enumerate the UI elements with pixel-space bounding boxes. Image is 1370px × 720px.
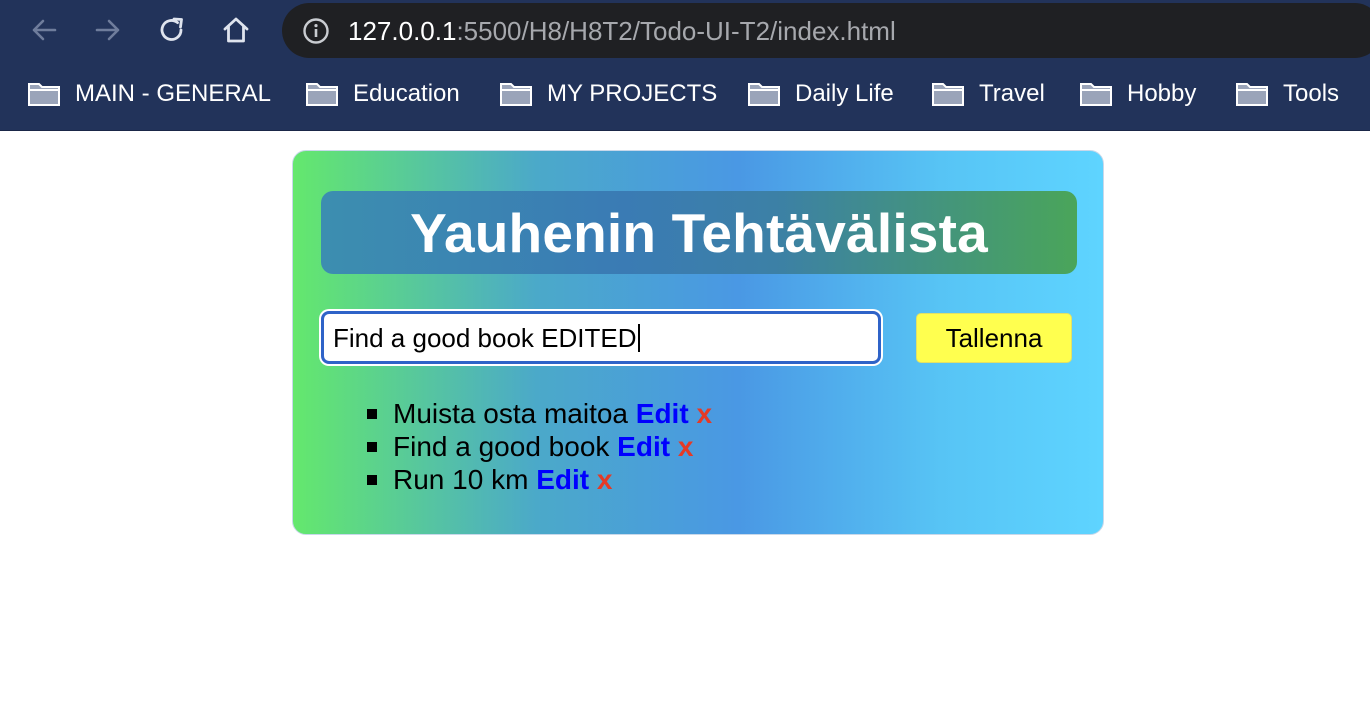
url-path: :5500/H8/H8T2/Todo-UI-T2/index.html [456,16,896,46]
bookmark-label: Education [353,80,460,107]
page-title: Yauhenin Tehtävälista [410,201,988,264]
task-list: Muista osta maitoa Edit x Find a good bo… [367,397,712,496]
bookmark-main-general[interactable]: MAIN - GENERAL [27,66,271,122]
task-text: Muista osta maitoa [393,398,628,429]
bookmark-label: Hobby [1127,80,1197,107]
arrow-right-icon [95,19,120,41]
folder-icon [748,83,780,106]
task-input-value: Find a good book EDITED [333,323,640,353]
bookmark-label: Daily Life [795,80,894,107]
bookmark-label: Travel [979,80,1045,107]
home-icon [223,17,249,43]
home-button[interactable] [216,10,256,50]
edit-link[interactable]: Edit [617,431,670,462]
bookmark-daily-life[interactable]: Daily Life [747,66,894,122]
folder-icon [932,83,964,106]
back-button[interactable] [24,10,64,50]
folder-icon [500,83,532,106]
url-host: 127.0.0.1 [348,16,457,46]
bookmarks-bar: MAIN - GENERAL Education MY PROJECTS Dai… [0,66,1370,122]
list-item: Muista osta maitoa Edit x [367,397,712,430]
bookmark-label: Tools [1283,80,1340,107]
delete-link[interactable]: x [597,464,613,495]
folder-icon [306,83,338,106]
edit-link[interactable]: Edit [536,464,589,495]
task-input[interactable]: Find a good book EDITED [321,311,881,364]
bookmark-tools[interactable]: Tools [1235,66,1339,122]
bullet-icon [367,475,377,485]
folder-icon [28,83,60,106]
bullet-icon [367,409,377,419]
bookmark-label: MY PROJECTS [547,80,718,107]
list-item: Find a good book Edit x [367,430,712,463]
bookmark-label: MAIN - GENERAL [75,80,272,107]
info-icon[interactable] [302,17,330,45]
bookmark-education[interactable]: Education [305,66,460,122]
bookmark-travel[interactable]: Travel [931,66,1045,122]
todo-app: Yauhenin Tehtävälista Find a good book E… [292,150,1104,535]
edit-link[interactable]: Edit [636,398,689,429]
task-text: Run 10 km [393,464,529,495]
reload-button[interactable] [152,10,192,50]
arrow-left-icon [32,19,57,41]
task-text: Find a good book [393,431,610,462]
bookmark-hobby[interactable]: Hobby [1079,66,1196,122]
app-header: Yauhenin Tehtävälista [321,191,1077,274]
folder-icon [1080,83,1112,106]
delete-link[interactable]: x [678,431,694,462]
delete-link[interactable]: x [696,398,712,429]
url-text[interactable]: 127.0.0.1:5500/H8/H8T2/Todo-UI-T2/index.… [348,15,896,47]
task-input-text: Find a good book EDITED [333,323,637,353]
forward-button[interactable] [88,10,128,50]
bookmark-my-projects[interactable]: MY PROJECTS [499,66,717,122]
address-bar[interactable]: 127.0.0.1:5500/H8/H8T2/Todo-UI-T2/index.… [282,3,1370,58]
text-caret [637,324,640,352]
browser-chrome: 127.0.0.1:5500/H8/H8T2/Todo-UI-T2/index.… [0,0,1370,131]
browser-toolbar: 127.0.0.1:5500/H8/H8T2/Todo-UI-T2/index.… [0,0,1370,62]
folder-icon [1236,83,1268,106]
list-item: Run 10 km Edit x [367,463,712,496]
bullet-icon [367,442,377,452]
reload-icon [160,17,183,41]
save-button[interactable]: Tallenna [916,313,1072,363]
